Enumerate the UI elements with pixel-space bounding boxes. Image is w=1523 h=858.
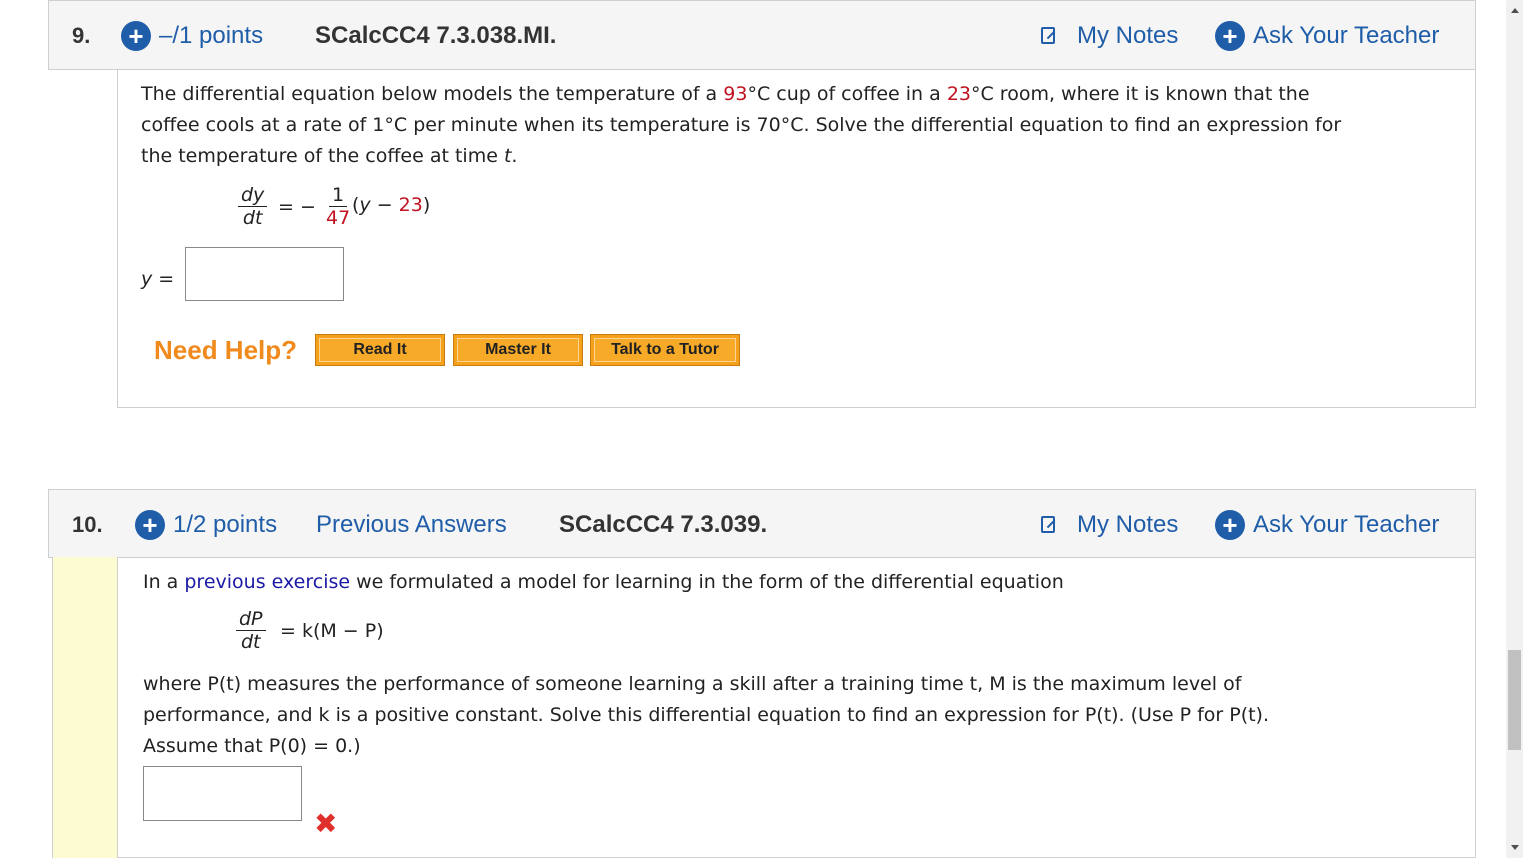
q10-question-code: SCalcCC4 7.3.039. <box>559 511 768 538</box>
q10-number: 10. <box>72 512 103 537</box>
q10-eq-rhs: = k(M − P) <box>280 620 384 642</box>
q9-talk-to-tutor-button[interactable]: Talk to a Tutor <box>590 334 740 366</box>
q9-prompt-line-3: the temperature of the coffee at time t. <box>141 145 518 167</box>
q9-prompt-line-1: The differential equation below models t… <box>141 83 1310 105</box>
q9-ask-teacher-link[interactable]: Ask Your Teacher <box>1253 22 1439 50</box>
q9-answer-input[interactable] <box>185 247 344 301</box>
q9-number: 9. <box>72 23 91 48</box>
scroll-down-icon[interactable] <box>1511 845 1519 850</box>
q9-question-code: SCalcCC4 7.3.038.MI. <box>315 22 557 49</box>
q9-eq-coefficient-fraction: 1 47 <box>326 184 351 229</box>
q9-eq-rhs: (y − 23) <box>352 194 431 216</box>
q9-body: The differential equation below models t… <box>117 70 1476 408</box>
q10-prompt-line-3: Assume that P(0) = 0.) <box>143 735 361 757</box>
q10-ask-teacher-plus-icon[interactable]: + <box>1215 510 1245 540</box>
q10-header: 10. + 1/2 points Previous Answers SCalcC… <box>48 489 1476 558</box>
q9-my-notes-link[interactable]: My Notes <box>1077 22 1178 50</box>
q10-status-strip <box>52 557 118 858</box>
q9-eq-equals: = − <box>278 196 316 218</box>
vertical-scrollbar[interactable] <box>1506 0 1523 858</box>
q10-ask-teacher-link[interactable]: Ask Your Teacher <box>1253 511 1439 539</box>
q10-answer-input[interactable] <box>143 766 302 821</box>
q10-intro: In a previous exercise we formulated a m… <box>143 571 1064 593</box>
q9-coffee-temp: 93 <box>723 83 748 105</box>
q9-ask-teacher-plus-icon[interactable]: + <box>1215 21 1245 51</box>
q9-header: 9. + –/1 points SCalcCC4 7.3.038.MI. My … <box>48 0 1476 70</box>
q10-previous-exercise-link[interactable]: previous exercise <box>184 571 350 593</box>
q10-prompt-line-2: performance, and k is a positive constan… <box>143 704 1270 726</box>
q10-prompt-line-1: where P(t) measures the performance of s… <box>143 673 1242 695</box>
q9-prompt-line-2: coffee cools at a rate of 1°C per minute… <box>141 114 1342 136</box>
q10-eq-lhs-fraction: dP dt <box>236 608 266 653</box>
q9-read-it-button[interactable]: Read It <box>315 334 445 366</box>
q10-body: In a previous exercise we formulated a m… <box>117 558 1476 858</box>
q10-points[interactable]: 1/2 points <box>173 511 277 539</box>
q9-room-temp: 23 <box>946 83 971 105</box>
q10-incorrect-icon: ✖ <box>314 807 338 840</box>
q9-my-notes-icon[interactable] <box>1041 27 1055 44</box>
q9-points[interactable]: –/1 points <box>159 22 263 50</box>
q10-my-notes-link[interactable]: My Notes <box>1077 511 1178 539</box>
q10-my-notes-icon[interactable] <box>1041 516 1055 533</box>
q10-previous-answers-link[interactable]: Previous Answers <box>316 511 507 539</box>
scrollbar-thumb[interactable] <box>1508 650 1521 750</box>
q9-master-it-button[interactable]: Master It <box>453 334 583 366</box>
q10-points-plus-icon[interactable]: + <box>135 510 165 540</box>
q9-need-help-label: Need Help? <box>154 335 298 365</box>
scroll-up-icon[interactable] <box>1511 8 1519 13</box>
q9-answer-label: y = <box>141 268 175 290</box>
q9-points-plus-icon[interactable]: + <box>121 21 151 51</box>
q9-eq-lhs-fraction: dy dt <box>238 184 268 229</box>
